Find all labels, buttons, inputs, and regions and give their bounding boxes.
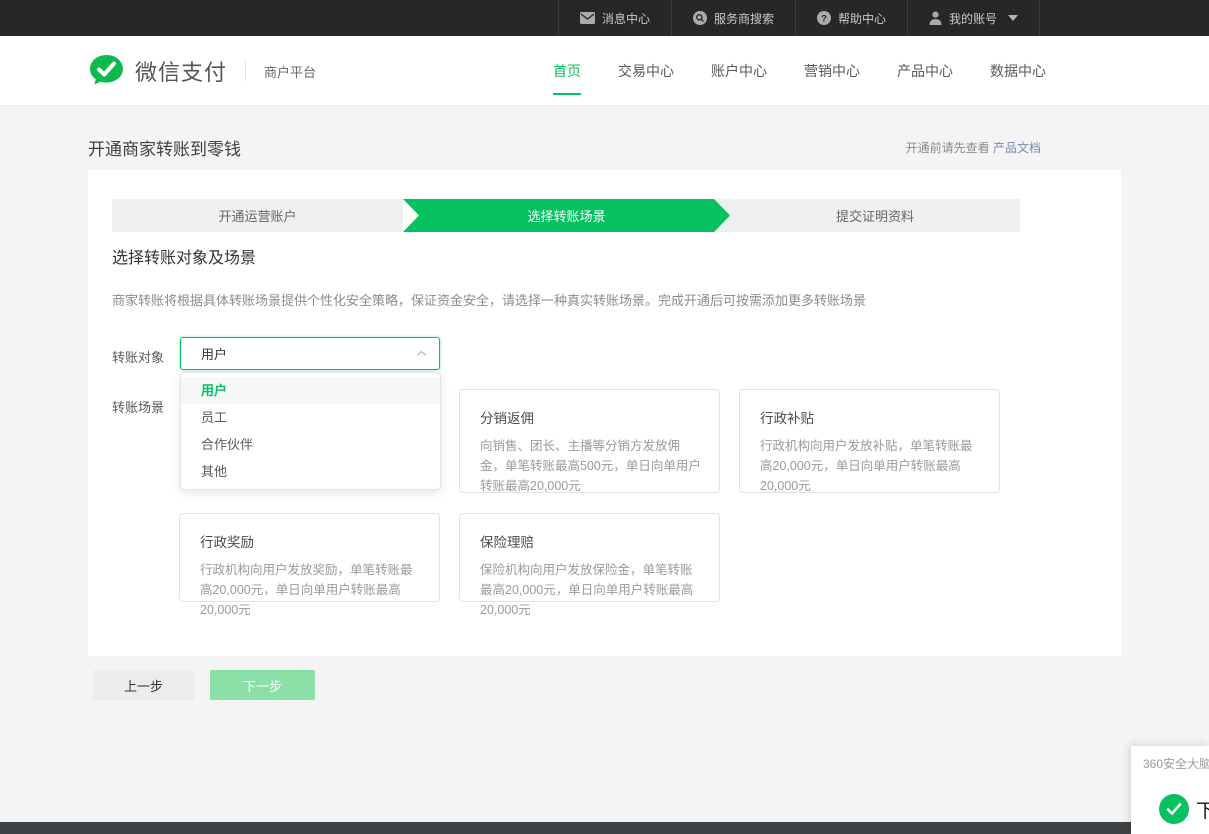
360-security-popup[interactable]: 360安全大脑 下: [1131, 746, 1209, 834]
scene-card-title: 行政奖励: [200, 531, 421, 551]
tab-product-center[interactable]: 产品中心: [897, 55, 953, 87]
doc-hint-row: 开通前请先查看 产品文档: [906, 139, 1041, 156]
section-description: 商家转账将根据具体转账场景提供个性化安全策略，保证资金安全，请选择一种真实转账场…: [112, 290, 866, 309]
scene-card-title: 保险理赔: [480, 531, 701, 551]
scene-card-admin-reward[interactable]: 行政奖励 行政机构向用户发放奖励，单笔转账最高20,000元，单日向单用户转账最…: [179, 513, 440, 602]
tab-account-center[interactable]: 账户中心: [711, 55, 767, 87]
topbar-item-provider-search[interactable]: 服务商搜索: [672, 0, 795, 36]
scene-card-description: 行政机构向用户发放补贴，单笔转账最高20,000元，单日向单用户转账最高20,0…: [760, 436, 981, 496]
scene-card-distribution-commission[interactable]: 分销返佣 向销售、团长、主播等分销方发放佣金，单笔转账最高500元，单日向单用户…: [459, 389, 720, 493]
stepper: 开通运营账户 选择转账场景 提交证明资料: [112, 199, 1020, 232]
next-step-button[interactable]: 下一步: [210, 670, 315, 700]
help-icon: ?: [817, 11, 831, 25]
topbar-item-messages[interactable]: 消息中心: [559, 0, 671, 36]
topbar-item-label: 消息中心: [602, 10, 650, 27]
scene-card-title: 分销返佣: [480, 407, 701, 427]
brand: 微信支付 商户平台: [88, 36, 316, 106]
popup-title: 360安全大脑: [1143, 755, 1209, 772]
transfer-target-value: 用户: [201, 344, 416, 363]
scene-card-description: 向销售、团长、主播等分销方发放佣金，单笔转账最高500元，单日向单用户转账最高2…: [480, 436, 701, 496]
tab-marketing-center[interactable]: 营销中心: [804, 55, 860, 87]
check-circle-icon: [1159, 794, 1189, 824]
tab-data-center[interactable]: 数据中心: [990, 55, 1046, 87]
brand-name: 微信支付: [135, 55, 227, 87]
topbar-item-label: 我的账号: [949, 10, 997, 27]
scene-card-title: 行政补贴: [760, 407, 981, 427]
scene-card-description: 保险机构向用户发放保险金，单笔转账最高20,000元，单日向单用户转账最高20,…: [480, 560, 701, 620]
dropdown-option-employee[interactable]: 员工: [181, 404, 440, 431]
action-button-row: 上一步 下一步: [93, 670, 315, 700]
wechat-pay-logo-icon: [88, 53, 125, 89]
transfer-target-label: 转账对象: [112, 347, 164, 366]
tab-transaction-center[interactable]: 交易中心: [618, 55, 674, 87]
header: 微信支付 商户平台 首页 交易中心 账户中心 营销中心 产品中心 数据中心: [0, 36, 1209, 106]
topbar-item-account[interactable]: 我的账号: [908, 0, 1039, 36]
product-doc-link[interactable]: 产品文档: [993, 141, 1041, 155]
brand-divider: [245, 61, 246, 81]
dropdown-option-partner[interactable]: 合作伙伴: [181, 431, 440, 458]
scene-card-admin-subsidy[interactable]: 行政补贴 行政机构向用户发放补贴，单笔转账最高20,000元，单日向单用户转账最…: [739, 389, 1000, 493]
step-open-account: 开通运营账户: [112, 199, 403, 232]
step-choose-scene: 选择转账场景: [403, 199, 730, 232]
chevron-up-icon: [416, 350, 427, 357]
user-icon: [929, 11, 942, 25]
brand-sub-title: 商户平台: [264, 62, 316, 81]
doc-hint-text: 开通前请先查看: [906, 141, 993, 155]
transfer-target-dropdown: 用户 员工 合作伙伴 其他: [180, 372, 441, 490]
page-title: 开通商家转账到零钱: [88, 135, 241, 160]
topbar-item-help[interactable]: ? 帮助中心: [796, 0, 907, 36]
mail-icon: [580, 12, 595, 24]
dropdown-option-user[interactable]: 用户: [181, 377, 440, 404]
scene-card-insurance-claim[interactable]: 保险理赔 保险机构向用户发放保险金，单笔转账最高20,000元，单日向单用户转账…: [459, 513, 720, 602]
dropdown-option-other[interactable]: 其他: [181, 458, 440, 485]
popup-action-text: 下: [1196, 796, 1209, 823]
transfer-target-select[interactable]: 用户: [180, 337, 440, 370]
step-submit-proof: 提交证明资料: [714, 199, 1020, 232]
popup-action-row[interactable]: 下: [1159, 794, 1209, 824]
main-panel: 开通运营账户 选择转账场景 提交证明资料 选择转账对象及场景 商家转账将根据具体…: [88, 170, 1121, 656]
tab-home[interactable]: 首页: [553, 55, 581, 87]
section-title: 选择转账对象及场景: [112, 244, 256, 268]
topbar-divider: [1039, 0, 1040, 36]
topbar-item-label: 服务商搜索: [714, 10, 774, 27]
scene-card-description: 行政机构向用户发放奖励，单笔转账最高20,000元，单日向单用户转账最高20,0…: [200, 560, 421, 620]
footer-bar: [0, 822, 1209, 834]
prev-step-button[interactable]: 上一步: [93, 670, 194, 700]
chevron-down-icon: [1008, 15, 1018, 21]
transfer-scene-label: 转账场景: [112, 397, 164, 416]
search-icon: [693, 11, 707, 25]
svg-text:?: ?: [821, 14, 827, 25]
main-nav: 首页 交易中心 账户中心 营销中心 产品中心 数据中心: [553, 36, 1046, 106]
topbar: 消息中心 服务商搜索 ? 帮助中心 我的账号: [0, 0, 1209, 36]
topbar-item-label: 帮助中心: [838, 10, 886, 27]
